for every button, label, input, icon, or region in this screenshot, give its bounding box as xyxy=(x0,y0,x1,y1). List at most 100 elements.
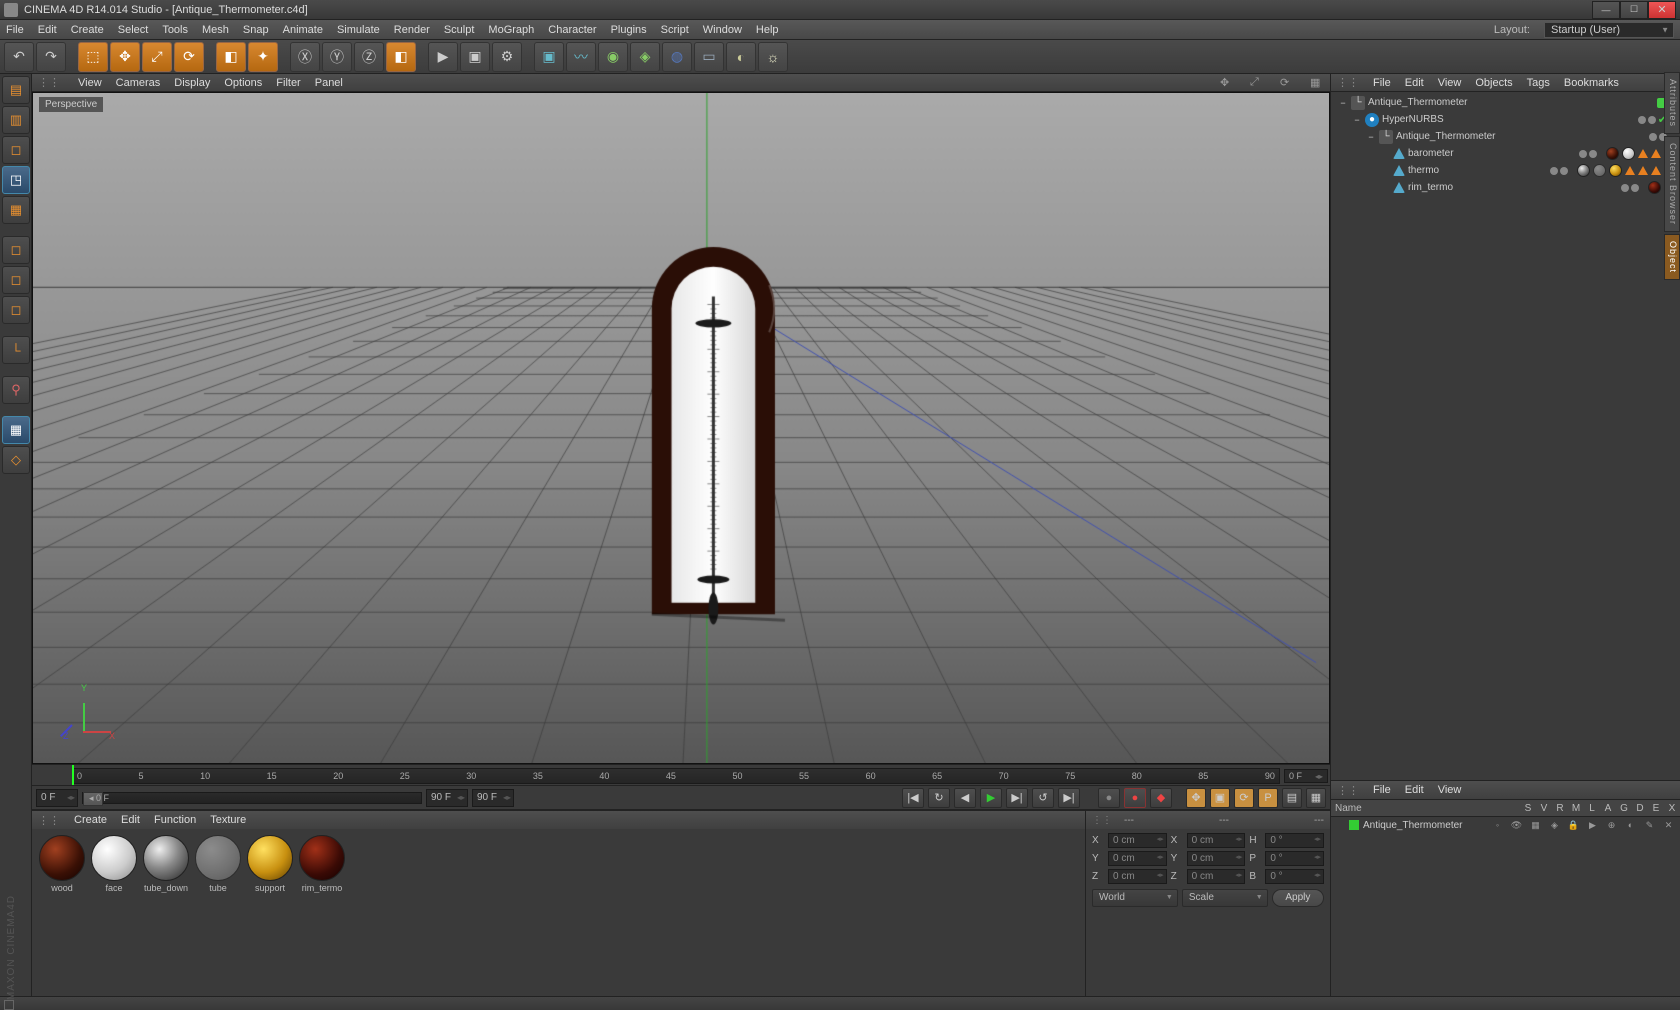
view-menu-options[interactable]: Options xyxy=(224,77,262,89)
range-end1-field[interactable]: 90 F xyxy=(426,789,468,807)
range-end2-field[interactable]: 90 F xyxy=(472,789,514,807)
view-menu-panel[interactable]: Panel xyxy=(315,77,343,89)
tag-triangle-icon[interactable] xyxy=(1651,149,1661,158)
nav-layout-icon[interactable]: ▦ xyxy=(1310,76,1324,90)
menu-script[interactable]: Script xyxy=(661,24,689,36)
attr-menu-view[interactable]: View xyxy=(1438,784,1462,796)
tree-expander[interactable]: − xyxy=(1338,98,1348,108)
view-menu-view[interactable]: View xyxy=(78,77,102,89)
make-editable[interactable]: ▤ xyxy=(2,76,30,104)
snap-toggle[interactable]: ⚲ xyxy=(2,376,30,404)
redo-button[interactable]: ↷ xyxy=(36,42,66,72)
lock-z[interactable]: Ⓩ xyxy=(354,42,384,72)
undo-button[interactable]: ↶ xyxy=(4,42,34,72)
range-start-field[interactable]: 0 F xyxy=(36,789,78,807)
obj-menu-bookmarks[interactable]: Bookmarks xyxy=(1564,77,1619,89)
layer-color-icon[interactable] xyxy=(1349,820,1359,830)
menu-help[interactable]: Help xyxy=(756,24,779,36)
obj-menu-edit[interactable]: Edit xyxy=(1405,77,1424,89)
axis-mode[interactable]: └ xyxy=(2,336,30,364)
obj-menu-file[interactable]: File xyxy=(1373,77,1391,89)
obj-menu-view[interactable]: View xyxy=(1438,77,1462,89)
coord-input[interactable]: 0 cm xyxy=(1187,851,1246,866)
menu-simulate[interactable]: Simulate xyxy=(337,24,380,36)
key-pos-button[interactable]: ✥ xyxy=(1186,788,1206,808)
menu-sculpt[interactable]: Sculpt xyxy=(444,24,475,36)
coord-input[interactable]: 0 ° xyxy=(1265,833,1324,848)
add-primitive[interactable]: ▣ xyxy=(534,42,564,72)
keyframe-button[interactable]: ◆ xyxy=(1150,788,1172,808)
key-scale-button[interactable]: ▣ xyxy=(1210,788,1230,808)
minimize-button[interactable] xyxy=(1592,1,1620,19)
menu-render[interactable]: Render xyxy=(394,24,430,36)
menu-select[interactable]: Select xyxy=(118,24,149,36)
timeline[interactable]: 051015202530354045505560657075808590 0 F xyxy=(32,764,1330,786)
menu-animate[interactable]: Animate xyxy=(283,24,323,36)
polygon-mode[interactable]: ◻ xyxy=(2,296,30,324)
coord-input[interactable]: 0 ° xyxy=(1265,851,1324,866)
texture-mode[interactable]: ▦ xyxy=(2,196,30,224)
render-view[interactable]: ▶ xyxy=(428,42,458,72)
scale-tool[interactable]: ⤢ xyxy=(142,42,172,72)
view-menu-display[interactable]: Display xyxy=(174,77,210,89)
goto-prevkey-button[interactable]: ↻ xyxy=(928,788,950,808)
select-tool[interactable]: ⬚ xyxy=(78,42,108,72)
lock-y[interactable]: Ⓨ xyxy=(322,42,352,72)
material-rim_termo[interactable]: rim_termo xyxy=(298,835,346,1004)
obj-menu-tags[interactable]: Tags xyxy=(1527,77,1550,89)
tree-expander[interactable]: − xyxy=(1366,132,1376,142)
texture-tag-icon[interactable] xyxy=(1622,147,1635,160)
tree-expander[interactable]: − xyxy=(1352,115,1362,125)
coord-input[interactable]: 0 cm xyxy=(1108,869,1167,884)
add-spline[interactable]: 〰 xyxy=(566,42,596,72)
axis-tool[interactable]: ✦ xyxy=(248,42,278,72)
range-slider[interactable]: ◂ 0 F xyxy=(82,792,422,804)
tab-content-browser[interactable]: Content Browser xyxy=(1664,136,1680,232)
coord-mode-combo[interactable]: World xyxy=(1092,889,1178,907)
add-light[interactable]: ◐ xyxy=(726,42,756,72)
goto-end-button[interactable]: ▶| xyxy=(1058,788,1080,808)
record-button[interactable]: ● xyxy=(1098,788,1120,808)
menu-plugins[interactable]: Plugins xyxy=(611,24,647,36)
material-tube_down[interactable]: tube_down xyxy=(142,835,190,1004)
play-button[interactable]: ▶ xyxy=(980,788,1002,808)
maximize-button[interactable] xyxy=(1620,1,1648,19)
move-tool[interactable]: ✥ xyxy=(110,42,140,72)
menu-mograph[interactable]: MoGraph xyxy=(488,24,534,36)
key-rot-button[interactable]: ⟳ xyxy=(1234,788,1254,808)
goto-nextkey-button[interactable]: ↺ xyxy=(1032,788,1054,808)
object-row[interactable]: thermo xyxy=(1331,162,1680,179)
menu-character[interactable]: Character xyxy=(548,24,596,36)
next-frame-button[interactable]: ▶| xyxy=(1006,788,1028,808)
rotate-tool[interactable]: ⟳ xyxy=(174,42,204,72)
goto-start-button[interactable]: |◀ xyxy=(902,788,924,808)
add-environment[interactable]: ◍ xyxy=(662,42,692,72)
edge-mode[interactable]: ◻ xyxy=(2,266,30,294)
coord-input[interactable]: 0 cm xyxy=(1108,851,1167,866)
obj-menu-objects[interactable]: Objects xyxy=(1475,77,1512,89)
add-light2[interactable]: ☼ xyxy=(758,42,788,72)
view-menu-cameras[interactable]: Cameras xyxy=(116,77,161,89)
lock-x[interactable]: Ⓧ xyxy=(290,42,320,72)
material-wood[interactable]: wood xyxy=(38,835,86,1004)
material-preview-icon[interactable] xyxy=(143,835,189,881)
coord-scale-combo[interactable]: Scale xyxy=(1182,889,1268,907)
texture-tag-icon[interactable] xyxy=(1593,164,1606,177)
material-preview-icon[interactable] xyxy=(195,835,241,881)
material-preview-icon[interactable] xyxy=(91,835,137,881)
render-region[interactable]: ▣ xyxy=(460,42,490,72)
coord-input[interactable]: 0 cm xyxy=(1187,869,1246,884)
workplane[interactable]: ▦ xyxy=(2,416,30,444)
point-mode[interactable]: ◻ xyxy=(2,236,30,264)
recent-tool[interactable]: ◧ xyxy=(216,42,246,72)
key-pla-button[interactable]: ▤ xyxy=(1282,788,1302,808)
coord-input[interactable]: 0 cm xyxy=(1108,833,1167,848)
material-preview-icon[interactable] xyxy=(39,835,85,881)
object-row[interactable]: rim_termo xyxy=(1331,179,1680,196)
tag-triangle-icon[interactable] xyxy=(1625,166,1635,175)
render-settings[interactable]: ⚙ xyxy=(492,42,522,72)
viewport[interactable]: Perspective YXZ xyxy=(32,92,1330,764)
layer-col-name[interactable]: Name xyxy=(1331,803,1520,814)
timeline-playhead[interactable] xyxy=(72,765,74,785)
coord-input[interactable]: 0 cm xyxy=(1187,833,1246,848)
